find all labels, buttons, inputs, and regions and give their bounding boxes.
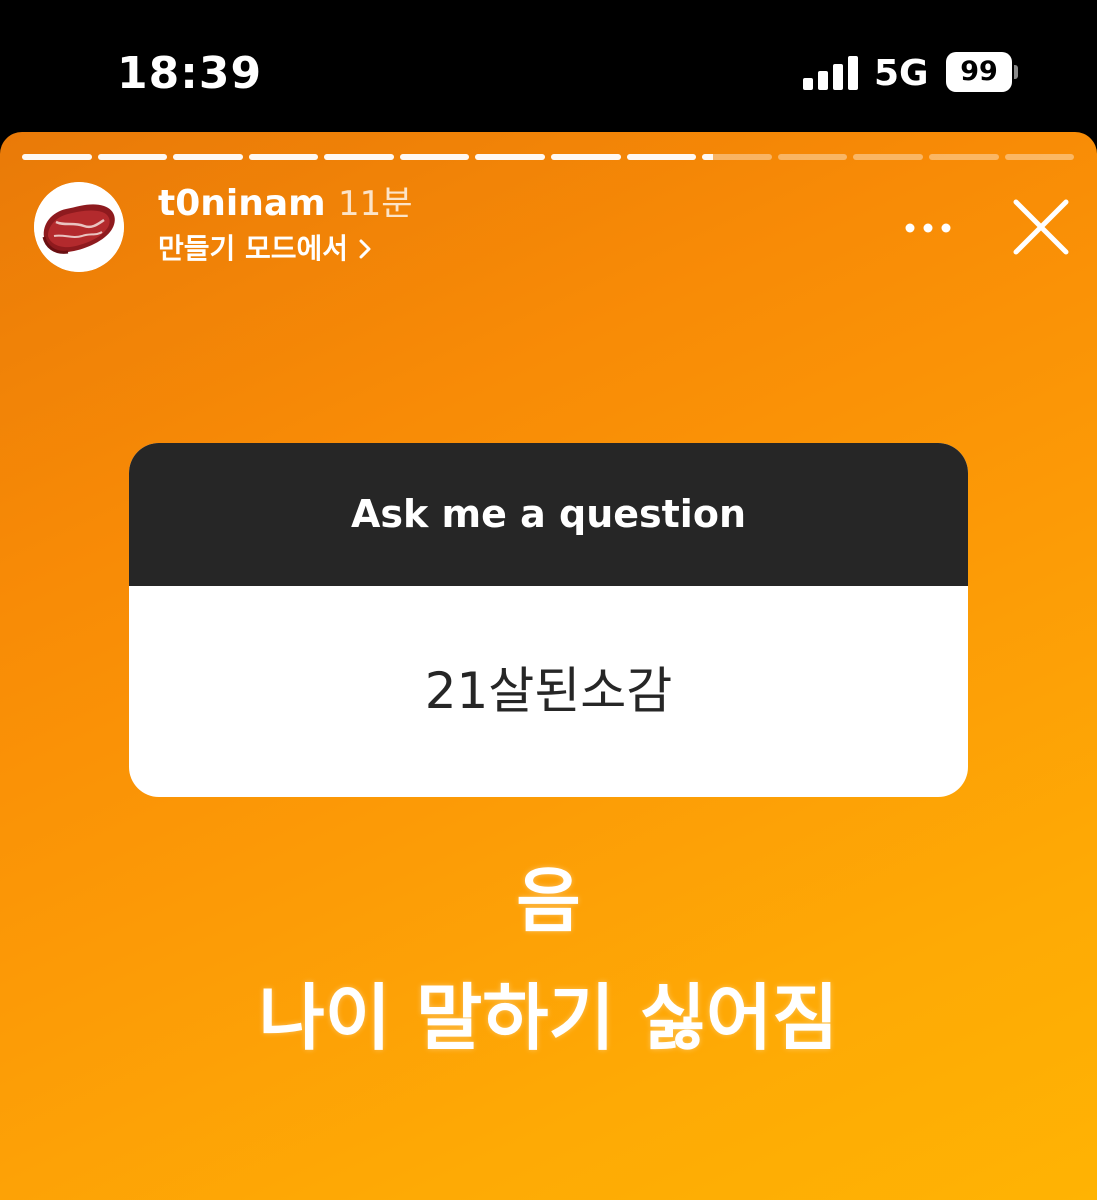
question-sticker-question: 21살된소감: [424, 662, 673, 720]
steak-icon[interactable]: [34, 182, 124, 272]
story-progress-segment: [475, 154, 546, 160]
story-progress-bar: [22, 154, 1075, 160]
story-progress-segment: [551, 154, 621, 160]
story-progress-segment: [1004, 154, 1075, 160]
story-progress-segment: [702, 154, 772, 160]
status-bar: 18:39 5G 99: [0, 0, 1097, 132]
story-progress-segment: [173, 154, 243, 160]
story-progress-fill: [22, 154, 92, 160]
story-progress-fill: [324, 154, 394, 160]
story-time-ago: 11분: [338, 184, 413, 224]
create-mode-label: 만들기 모드에서: [158, 232, 349, 265]
story-progress-segment: [853, 154, 923, 160]
story-progress-fill: [475, 154, 546, 160]
question-sticker-prompt: Ask me a question: [129, 443, 968, 586]
story-progress-fill: [702, 154, 713, 160]
create-mode-link[interactable]: 만들기 모드에서: [158, 230, 372, 268]
story-progress-segment: [324, 154, 394, 160]
story-progress-fill: [626, 154, 697, 160]
answer-text-line-1: 음: [516, 860, 581, 942]
question-sticker[interactable]: Ask me a question 21살된소감: [129, 443, 968, 797]
story-progress-segment: [399, 154, 470, 160]
story-progress-fill: [551, 154, 621, 160]
story-progress-segment: [22, 154, 92, 160]
battery-tip: [1014, 65, 1018, 79]
story-progress-segment: [777, 154, 848, 160]
story-viewer[interactable]: t0ninam 11분 만들기 모드에서 Ask me a question 2…: [0, 132, 1097, 1200]
story-username[interactable]: t0ninam: [158, 182, 326, 226]
story-progress-fill: [173, 154, 243, 160]
story-progress-segment: [97, 154, 168, 160]
story-progress-fill: [399, 154, 470, 160]
story-progress-fill: [97, 154, 168, 160]
status-time: 18:39: [117, 48, 263, 99]
more-options-icon[interactable]: [898, 210, 958, 246]
story-progress-fill: [248, 154, 319, 160]
battery-icon: 99: [946, 52, 1018, 92]
close-icon[interactable]: [1010, 196, 1072, 258]
answer-text-line-2: 나이 말하기 싫어짐: [258, 976, 839, 1060]
story-progress-segment: [928, 154, 999, 160]
story-progress-segment: [248, 154, 319, 160]
battery-level: 99: [946, 52, 1012, 92]
network-type: 5G: [874, 53, 929, 94]
chevron-right-icon: [359, 239, 371, 259]
cellular-signal-icon: [803, 56, 858, 90]
story-progress-segment: [626, 154, 697, 160]
